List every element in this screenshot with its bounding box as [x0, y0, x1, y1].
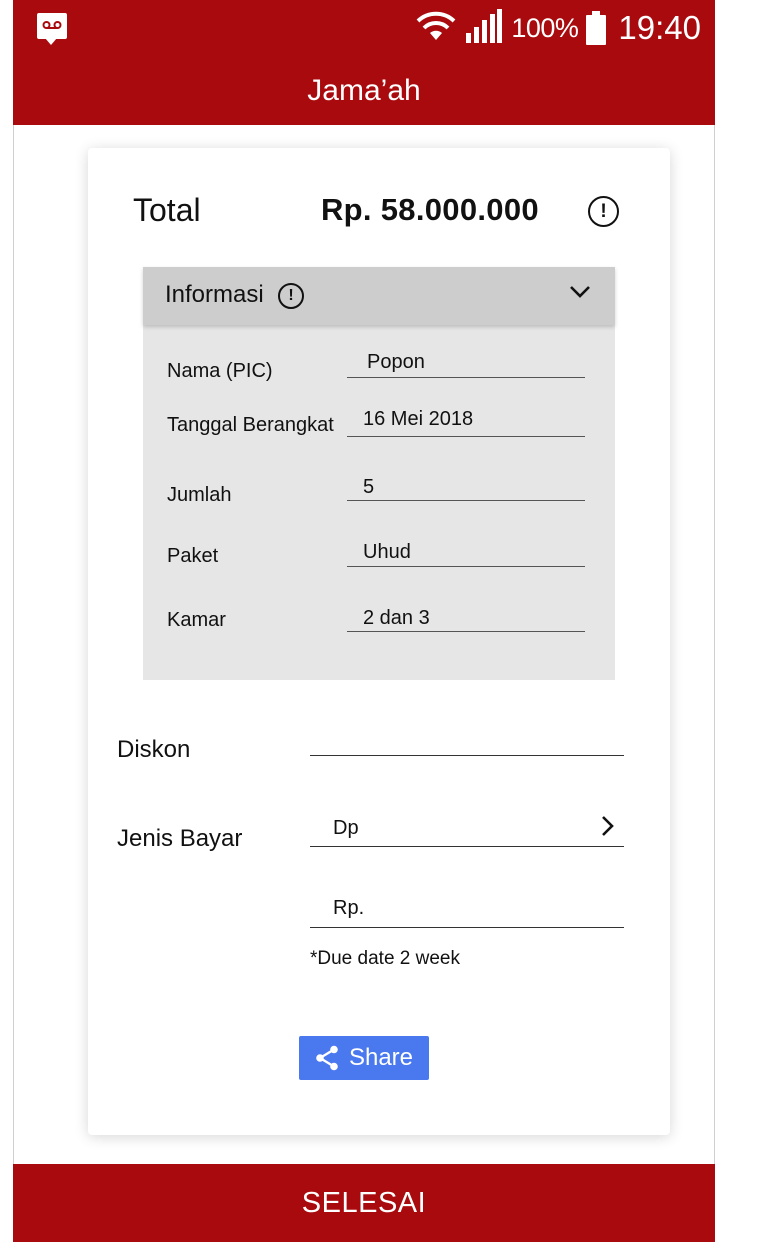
payment-type-label: Jenis Bayar — [117, 825, 243, 852]
total-amount: Rp. 58.000.000 — [321, 192, 539, 227]
payment-card: Total Rp. 58.000.000 ! Informasi ! Nama … — [88, 148, 670, 1135]
chevron-right-icon — [602, 816, 614, 836]
name-pic-value: Popon — [367, 351, 425, 373]
discount-underline — [310, 755, 624, 756]
finish-label: SELESAI — [301, 1186, 427, 1219]
total-label: Total — [133, 192, 201, 228]
package-value: Uhud — [363, 541, 411, 563]
page-title: Jama’ah — [307, 73, 421, 107]
discount-label: Diskon — [117, 736, 191, 763]
due-date-note: *Due date 2 week — [310, 948, 460, 969]
departure-date-value: 16 Mei 2018 — [363, 408, 474, 430]
payment-type-value: Dp — [333, 817, 359, 839]
info-header-label: Informasi — [165, 281, 264, 308]
share-button[interactable]: Share — [299, 1036, 429, 1080]
name-pic-underline — [347, 377, 585, 378]
payment-type-underline — [310, 846, 624, 847]
payment-amount-underline — [310, 927, 624, 928]
wifi-icon — [415, 10, 457, 47]
departure-date-label: Tanggal Berangkat — [167, 414, 334, 436]
info-header-icon[interactable]: ! — [278, 283, 304, 309]
share-label: Share — [348, 1044, 414, 1071]
info-panel-header[interactable]: Informasi ! — [143, 267, 615, 325]
finish-button[interactable]: SELESAI — [13, 1164, 715, 1242]
app-bar: Jama’ah — [13, 56, 715, 125]
signal-icon — [465, 8, 503, 48]
name-pic-label: Nama (PIC) — [167, 360, 273, 382]
package-underline — [347, 566, 585, 567]
quantity-label: Jumlah — [167, 484, 232, 506]
battery-percent: 100% — [511, 12, 579, 43]
info-panel: Informasi ! Nama (PIC) Popon Tanggal Ber… — [143, 267, 615, 680]
quantity-underline — [347, 500, 585, 501]
battery-icon — [586, 11, 607, 45]
total-info-icon[interactable]: ! — [588, 196, 619, 227]
room-label: Kamar — [167, 609, 226, 631]
payment-amount-field[interactable]: Rp. — [333, 897, 364, 920]
share-icon — [316, 1045, 338, 1071]
status-bar: 100% 19:40 — [13, 0, 715, 56]
room-value: 2 dan 3 — [363, 607, 430, 629]
room-underline — [347, 631, 585, 632]
voicemail-icon — [37, 13, 67, 45]
chevron-down-icon[interactable] — [569, 285, 591, 299]
clock: 19:40 — [618, 9, 701, 46]
payment-type-select[interactable]: Dp — [310, 808, 624, 848]
package-label: Paket — [167, 545, 219, 567]
departure-date-underline — [347, 436, 585, 437]
quantity-value: 5 — [363, 476, 375, 498]
